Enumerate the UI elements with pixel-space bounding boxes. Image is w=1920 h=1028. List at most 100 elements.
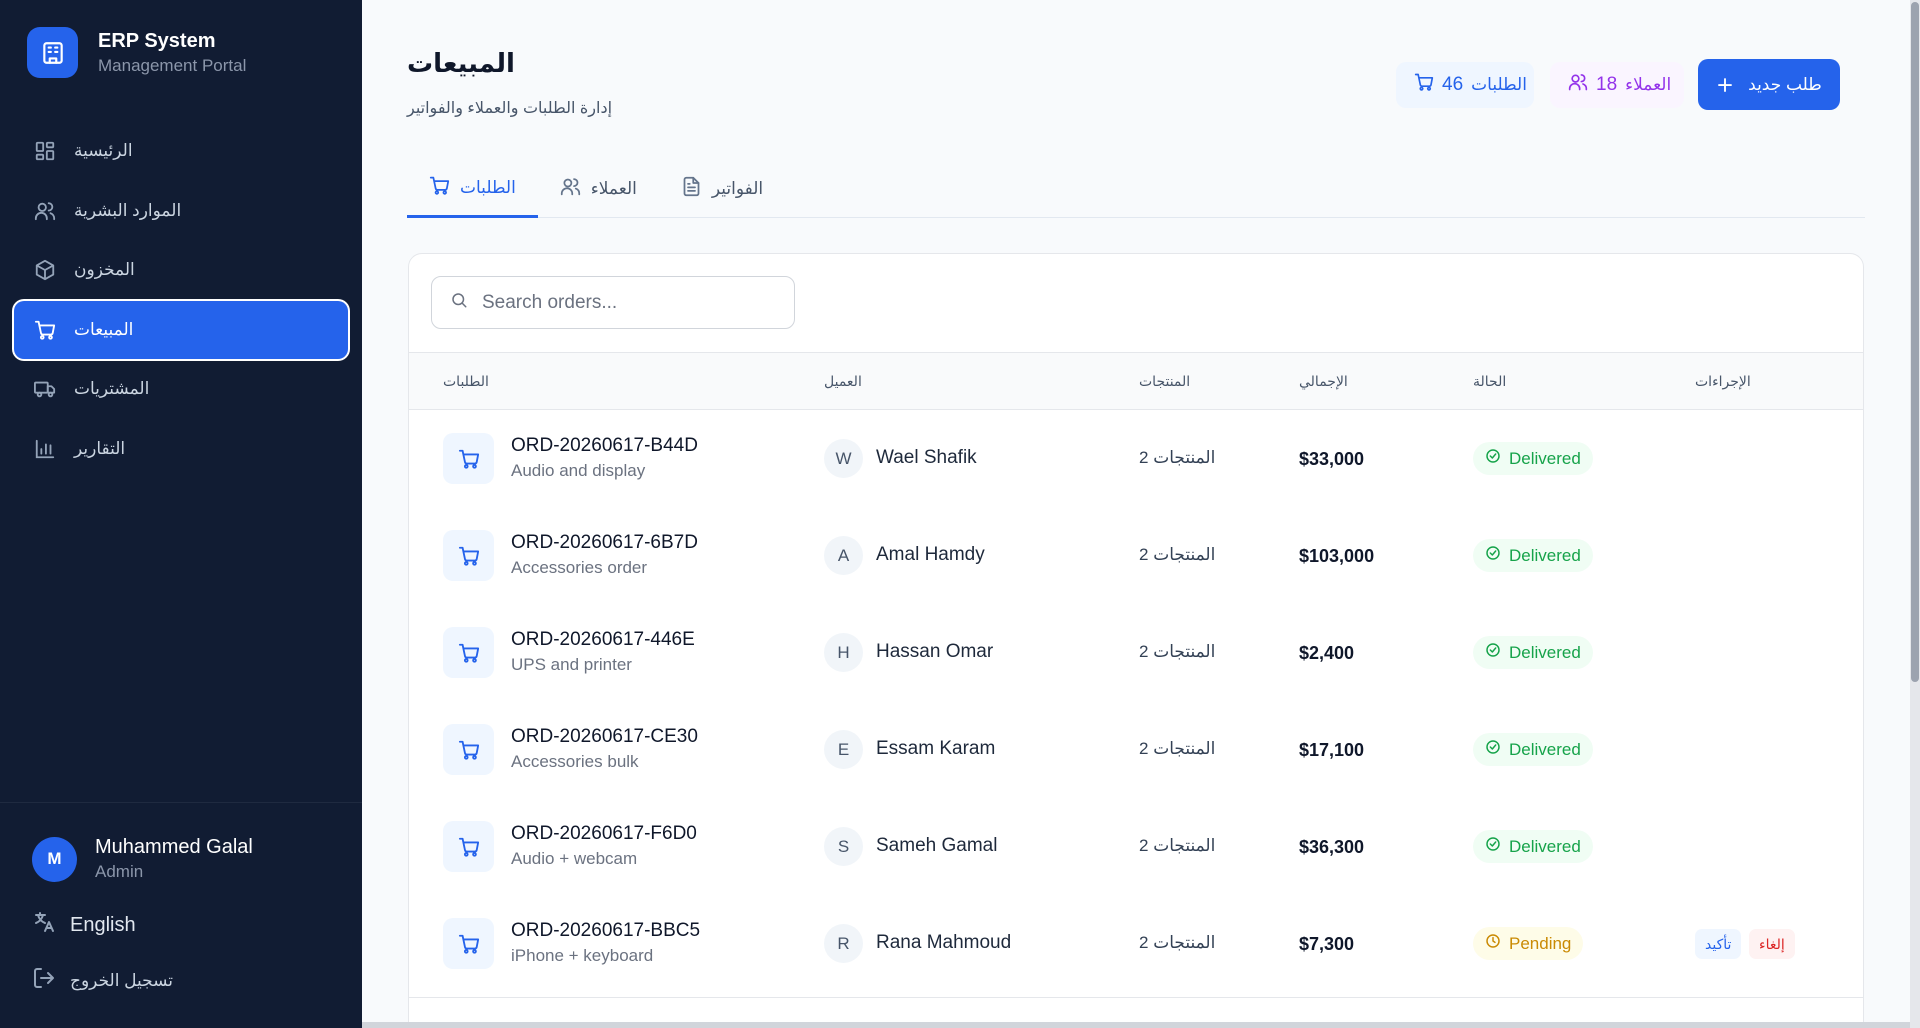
window-bottom-edge (362, 1022, 1910, 1028)
table-row[interactable]: ORD-20260617-CE30 Accessories bulk E Ess… (409, 701, 1863, 798)
search-box[interactable] (431, 276, 795, 329)
order-total: $33,000 (1299, 449, 1365, 469)
status-label: Delivered (1509, 739, 1581, 759)
orders-count: 46 (1442, 73, 1464, 95)
sidebar-item-sales[interactable]: المبيعات (14, 300, 348, 359)
customer-avatar: A (824, 536, 863, 575)
check-circle-icon (1485, 836, 1501, 857)
column-header-items[interactable]: المنتجات (1139, 373, 1190, 390)
page-title: المبيعات (407, 48, 515, 78)
order-id: ORD-20260617-6B7D (511, 532, 698, 553)
customer-name: Rana Mahmoud (876, 932, 1012, 953)
column-header-status[interactable]: الحالة (1473, 373, 1506, 390)
cart-icon (443, 433, 494, 484)
customer-name: Hassan Omar (876, 641, 994, 662)
sidebar-item-label: المبيعات (74, 319, 134, 339)
order-total: $103,000 (1299, 546, 1375, 566)
cart-icon (443, 724, 494, 775)
status-badge: Delivered (1473, 636, 1593, 669)
sidebar-item-label: التقارير (74, 438, 126, 458)
table-row[interactable]: ORD-20260617-6B7D Accessories order A Am… (409, 507, 1863, 604)
order-description: Audio and display (511, 461, 646, 480)
logout-label: تسجيل الخروج (70, 970, 174, 990)
check-circle-icon (1485, 739, 1501, 760)
sidebar-item-reports[interactable]: التقارير (14, 420, 348, 478)
search-icon (450, 291, 468, 314)
bar-chart-icon (32, 436, 58, 462)
language-label: English (70, 913, 136, 936)
order-total: $7,300 (1299, 934, 1355, 954)
clock-icon (1485, 933, 1501, 954)
row-divider (409, 997, 1863, 998)
confirm-order-button[interactable]: تأكيد (1695, 929, 1742, 959)
column-header-actions: الإجراءات (1695, 373, 1751, 389)
table-header: الطلبات العميل المنتجات الإجمالي الحالة … (409, 352, 1863, 410)
cart-icon (32, 317, 58, 343)
new-order-button[interactable]: طلب جديد (1698, 59, 1840, 110)
cart-icon (443, 918, 494, 969)
users-icon (560, 176, 581, 202)
orders-count-badge[interactable]: 46 الطلبات (1396, 61, 1534, 108)
document-icon (681, 176, 702, 202)
column-header-total[interactable]: الإجمالي (1299, 373, 1348, 390)
status-badge: Delivered (1473, 830, 1593, 863)
items-count: 2 المنتجات (1139, 933, 1216, 952)
orders-card: الطلبات العميل المنتجات الإجمالي الحالة … (408, 253, 1864, 1028)
new-order-label: طلب جديد (1748, 74, 1822, 94)
table-row[interactable]: ORD-20260617-446E UPS and printer H Hass… (409, 604, 1863, 701)
cart-icon (443, 821, 494, 872)
language-switcher[interactable]: English (32, 910, 136, 940)
tabs: الطلبات العملاء الفواتير (407, 160, 1865, 218)
sidebar-item-home[interactable]: الرئيسية (14, 122, 348, 180)
check-circle-icon (1485, 448, 1501, 469)
column-header-customer[interactable]: العميل (824, 373, 862, 390)
brand-subtitle: Management Portal (98, 55, 247, 75)
sidebar-item-inventory[interactable]: المخزون (14, 241, 348, 299)
customer-avatar: H (824, 633, 863, 672)
sidebar-item-purchases[interactable]: المشتريات (14, 360, 348, 418)
tab-orders[interactable]: الطلبات (407, 160, 538, 218)
customer-name: Sameh Gamal (876, 835, 998, 856)
order-description: Accessories order (511, 558, 648, 577)
status-label: Delivered (1509, 545, 1581, 565)
column-header-orders[interactable]: الطلبات (443, 373, 489, 390)
items-count: 2 المنتجات (1139, 448, 1216, 467)
customer-name: Wael Shafik (876, 447, 977, 468)
logout-icon (32, 966, 56, 995)
items-count: 2 المنتجات (1139, 836, 1216, 855)
main-content: المبيعات إدارة الطلبات والعملاء والفواتي… (362, 0, 1910, 1028)
building-icon (27, 27, 78, 78)
search-input[interactable] (482, 291, 782, 314)
scrollbar-thumb[interactable] (1911, 2, 1919, 682)
order-id: ORD-20260617-BBC5 (511, 920, 701, 941)
user-name: Muhammed Galal (95, 836, 253, 858)
table-row[interactable]: ORD-20260617-B44D Audio and display W Wa… (409, 410, 1863, 507)
tab-invoices[interactable]: الفواتير (659, 160, 785, 218)
customers-count: 18 (1596, 73, 1618, 95)
avatar: M (32, 836, 77, 882)
sidebar-item-label: المشتريات (74, 379, 150, 398)
tab-customers[interactable]: العملاء (538, 160, 659, 218)
brand[interactable]: ERP System Management Portal (27, 27, 246, 78)
order-id: ORD-20260617-CE30 (511, 726, 698, 747)
cancel-order-button[interactable]: إلغاء (1749, 929, 1795, 959)
page-scrollbar[interactable] (1910, 0, 1920, 1028)
customers-count-badge[interactable]: 18 العملاء (1550, 61, 1684, 108)
sidebar-item-hr[interactable]: الموارد البشرية (14, 182, 348, 240)
customer-avatar: R (824, 924, 863, 963)
order-id: ORD-20260617-B44D (511, 435, 698, 456)
sidebar: ERP System Management Portal الرئيسية ال… (0, 0, 362, 1028)
table-row[interactable]: ORD-20260617-BBC5 iPhone + keyboard R Ra… (409, 895, 1863, 992)
items-count: 2 المنتجات (1139, 739, 1216, 758)
user-profile[interactable]: M Muhammed Galal Admin (32, 835, 253, 883)
status-label: Delivered (1509, 836, 1581, 856)
status-label: Delivered (1509, 448, 1581, 468)
sidebar-item-label: المخزون (74, 260, 135, 279)
status-label: Delivered (1509, 642, 1581, 662)
page-subtitle: إدارة الطلبات والعملاء والفواتير (407, 100, 613, 117)
plus-icon (1716, 76, 1734, 94)
table-row[interactable]: ORD-20260617-F6D0 Audio + webcam S Sameh… (409, 798, 1863, 895)
status-badge: Delivered (1473, 442, 1593, 475)
tab-label: العملاء (590, 179, 637, 198)
logout-button[interactable]: تسجيل الخروج (32, 966, 173, 995)
